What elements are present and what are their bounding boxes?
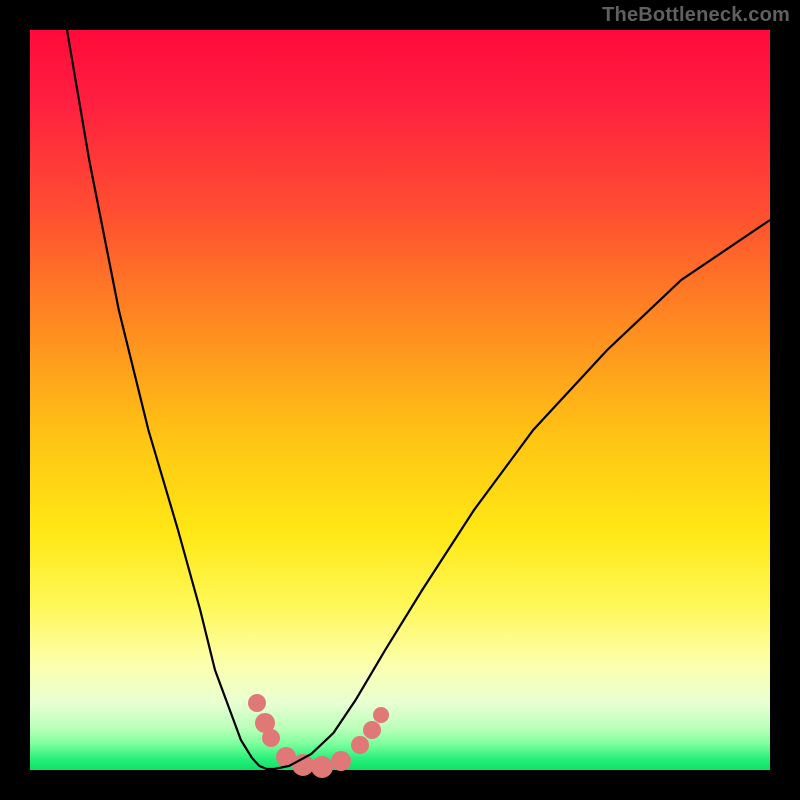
highlight-marker — [331, 751, 351, 771]
highlight-marker — [248, 694, 266, 712]
highlight-marker — [373, 707, 389, 723]
highlight-marker — [311, 756, 333, 778]
highlight-marker — [363, 721, 381, 739]
chart-frame: TheBottleneck.com — [0, 0, 800, 800]
plot-canvas — [0, 0, 800, 800]
highlight-marker — [262, 729, 280, 747]
highlight-marker — [351, 736, 369, 754]
watermark-text: TheBottleneck.com — [602, 4, 790, 27]
